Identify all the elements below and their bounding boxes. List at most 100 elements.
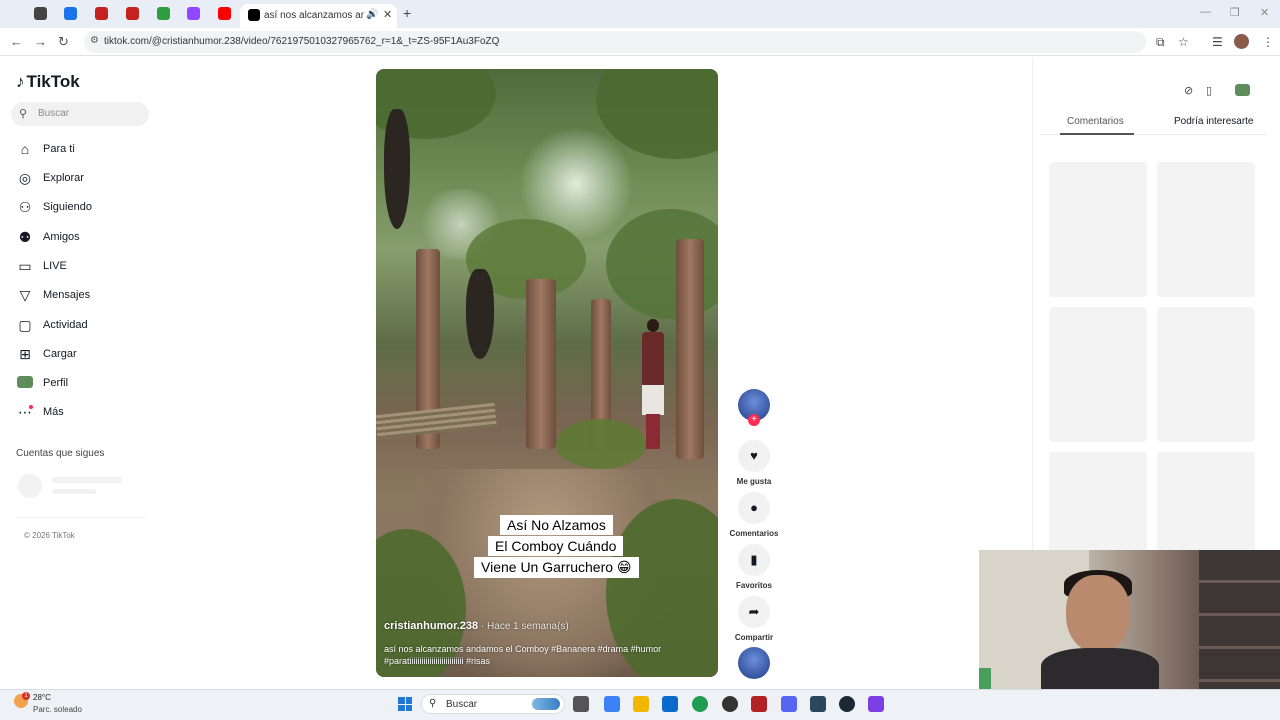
chrome-icon[interactable] (692, 696, 708, 712)
following-icon: ⚇ (18, 198, 32, 215)
sidebar-item-live[interactable]: ▭ LIVE (16, 255, 156, 277)
app-purple-icon[interactable] (868, 696, 884, 712)
comments-button[interactable]: ● (738, 492, 770, 524)
copilot-icon[interactable] (604, 696, 620, 712)
close-tab-icon[interactable]: ✕ (383, 8, 392, 21)
comment-bubble-icon: ● (750, 500, 758, 515)
tab-favicon-5[interactable] (157, 7, 170, 20)
sidebar-item-label: LIVE (43, 260, 67, 272)
steam-icon[interactable] (839, 696, 855, 712)
tab-favicon-1[interactable] (34, 7, 47, 20)
embed-icon[interactable]: ⊘ (1184, 84, 1193, 97)
bookmark-star-icon[interactable]: ☆ (1178, 35, 1189, 49)
weather-temp[interactable]: 28°C (33, 693, 51, 702)
discord-icon[interactable] (781, 696, 797, 712)
tab-comments[interactable]: Comentarios (1067, 116, 1124, 127)
suggestion-card-placeholder[interactable] (1157, 162, 1255, 297)
tab-favicon-7[interactable] (218, 7, 231, 20)
start-windows-icon[interactable] (398, 697, 412, 711)
video-frame-banana-bunch (384, 109, 410, 229)
sidebar-item-perfil[interactable]: Perfil (16, 372, 156, 394)
tab-suggestions[interactable]: Podría interesarte (1174, 116, 1254, 127)
obs-icon[interactable] (722, 696, 738, 712)
video-frame-person-shorts (642, 385, 664, 415)
close-window-icon[interactable]: ✕ (1260, 6, 1269, 19)
search-icon: ⚲ (429, 698, 437, 709)
browser-profile-avatar[interactable] (1234, 34, 1249, 49)
site-info-icon[interactable]: ⚙ (90, 35, 99, 46)
task-view-icon[interactable] (573, 696, 589, 712)
tab-favicon-6[interactable] (187, 7, 200, 20)
suggestion-card-placeholder[interactable] (1049, 307, 1147, 442)
video-frame-trunk (526, 279, 556, 449)
sidebar-item-mas[interactable]: ⋯ Más (16, 401, 156, 423)
send-icon: ▽ (19, 286, 31, 303)
sidebar-item-actividad[interactable]: ▢ Actividad (16, 314, 156, 336)
video-author-line: cristianhumor.238 · Hace 1 semana(s) (384, 620, 569, 632)
sidebar-item-mensajes[interactable]: ▽ Mensajes (16, 284, 156, 306)
friends-icon: ⚉ (18, 228, 32, 245)
sidebar-item-para-ti[interactable]: ⌂ Para ti (16, 138, 156, 160)
search-input[interactable]: ⚲ Buscar (11, 102, 149, 126)
tab-favicon-4[interactable] (126, 7, 139, 20)
copyright-text: © 2026 TikTok (24, 531, 75, 540)
weather-desc[interactable]: Parc. soleado (33, 705, 82, 714)
tiktok-logo[interactable]: ♪ TikTok (16, 72, 80, 92)
video-caption-line-2: El Comboy Cuándo (488, 536, 624, 556)
taskbar-search-input[interactable]: ⚲ Buscar (421, 694, 565, 714)
webcam-overlay (979, 550, 1280, 689)
back-icon[interactable]: ← (10, 34, 23, 49)
speaker-icon[interactable]: 🔊 (366, 9, 378, 20)
app-red-icon[interactable] (751, 696, 767, 712)
sound-avatar[interactable] (738, 647, 770, 679)
tiktok-note-icon: ♪ (16, 72, 25, 91)
video-description: así nos alcanzamos andamos el Comboy #Ba… (384, 644, 662, 666)
file-explorer-icon[interactable] (633, 696, 649, 712)
sidebar-item-cargar[interactable]: ⊞ Cargar (16, 343, 156, 365)
new-tab-button[interactable]: + (403, 5, 411, 21)
url-field[interactable]: ⚙ tiktok.com/@cristianhumor.238/video/76… (84, 31, 1146, 53)
suggestion-card-placeholder[interactable] (1049, 162, 1147, 297)
tiktok-favicon-icon (248, 9, 260, 21)
tab-favicon-3[interactable] (95, 7, 108, 20)
tab-title: así nos alcanzamos andamos el Comboy (264, 10, 364, 21)
active-tab-underline (1060, 133, 1134, 135)
sidebar-divider (16, 517, 146, 518)
inbox-icon: ▢ (18, 316, 32, 333)
forward-icon[interactable]: → (34, 34, 47, 49)
menu-dots-icon[interactable]: ⋮ (1262, 35, 1274, 49)
share-label: Compartir (734, 633, 774, 642)
suggestion-card-placeholder[interactable] (1049, 452, 1147, 552)
follow-plus-button[interactable]: + (748, 414, 760, 426)
sidebar-item-explorar[interactable]: ◎ Explorar (16, 167, 156, 189)
url-text: tiktok.com/@cristianhumor.238/video/7621… (104, 36, 500, 47)
suggestion-card-placeholder[interactable] (1157, 452, 1255, 552)
minimize-icon[interactable]: — (1200, 6, 1211, 18)
extensions-icon[interactable]: ☰ (1212, 35, 1223, 49)
tab-favicon-2[interactable] (64, 7, 77, 20)
video-frame-person-legs (646, 414, 660, 449)
following-accounts-title: Cuentas que sigues (16, 448, 105, 459)
video-player[interactable]: Así No Alzamos El Comboy Cuándo Viene Un… (376, 69, 718, 677)
notification-dot (29, 405, 33, 409)
store-icon[interactable] (662, 696, 678, 712)
like-button[interactable]: ♥ (738, 440, 770, 472)
sidebar-item-amigos[interactable]: ⚉ Amigos (16, 226, 156, 248)
share-button[interactable]: ➦ (738, 596, 770, 628)
suggestion-card-placeholder[interactable] (1157, 307, 1255, 442)
live-icon: ▭ (18, 257, 32, 274)
unity-icon[interactable] (810, 696, 826, 712)
video-author[interactable]: cristianhumor.238 (384, 620, 478, 632)
reload-icon[interactable]: ↻ (58, 34, 69, 50)
webcam-shelf (1199, 550, 1280, 689)
sidebar-item-label: Más (43, 406, 64, 418)
maximize-icon[interactable]: ❐ (1230, 6, 1240, 19)
video-frame-person (638, 319, 668, 449)
active-tab[interactable]: así nos alcanzamos andamos el Comboy 🔊 ✕ (240, 4, 397, 28)
video-caption-line-3: Viene Un Garruchero 😁 (474, 557, 639, 578)
user-avatar-icon[interactable] (1235, 84, 1250, 96)
device-icon[interactable]: ▯ (1206, 84, 1212, 97)
favorites-button[interactable]: ▮ (738, 544, 770, 576)
install-app-icon[interactable]: ⧉ (1156, 35, 1165, 50)
sidebar-item-siguiendo[interactable]: ⚇ Siguiendo (16, 196, 156, 218)
